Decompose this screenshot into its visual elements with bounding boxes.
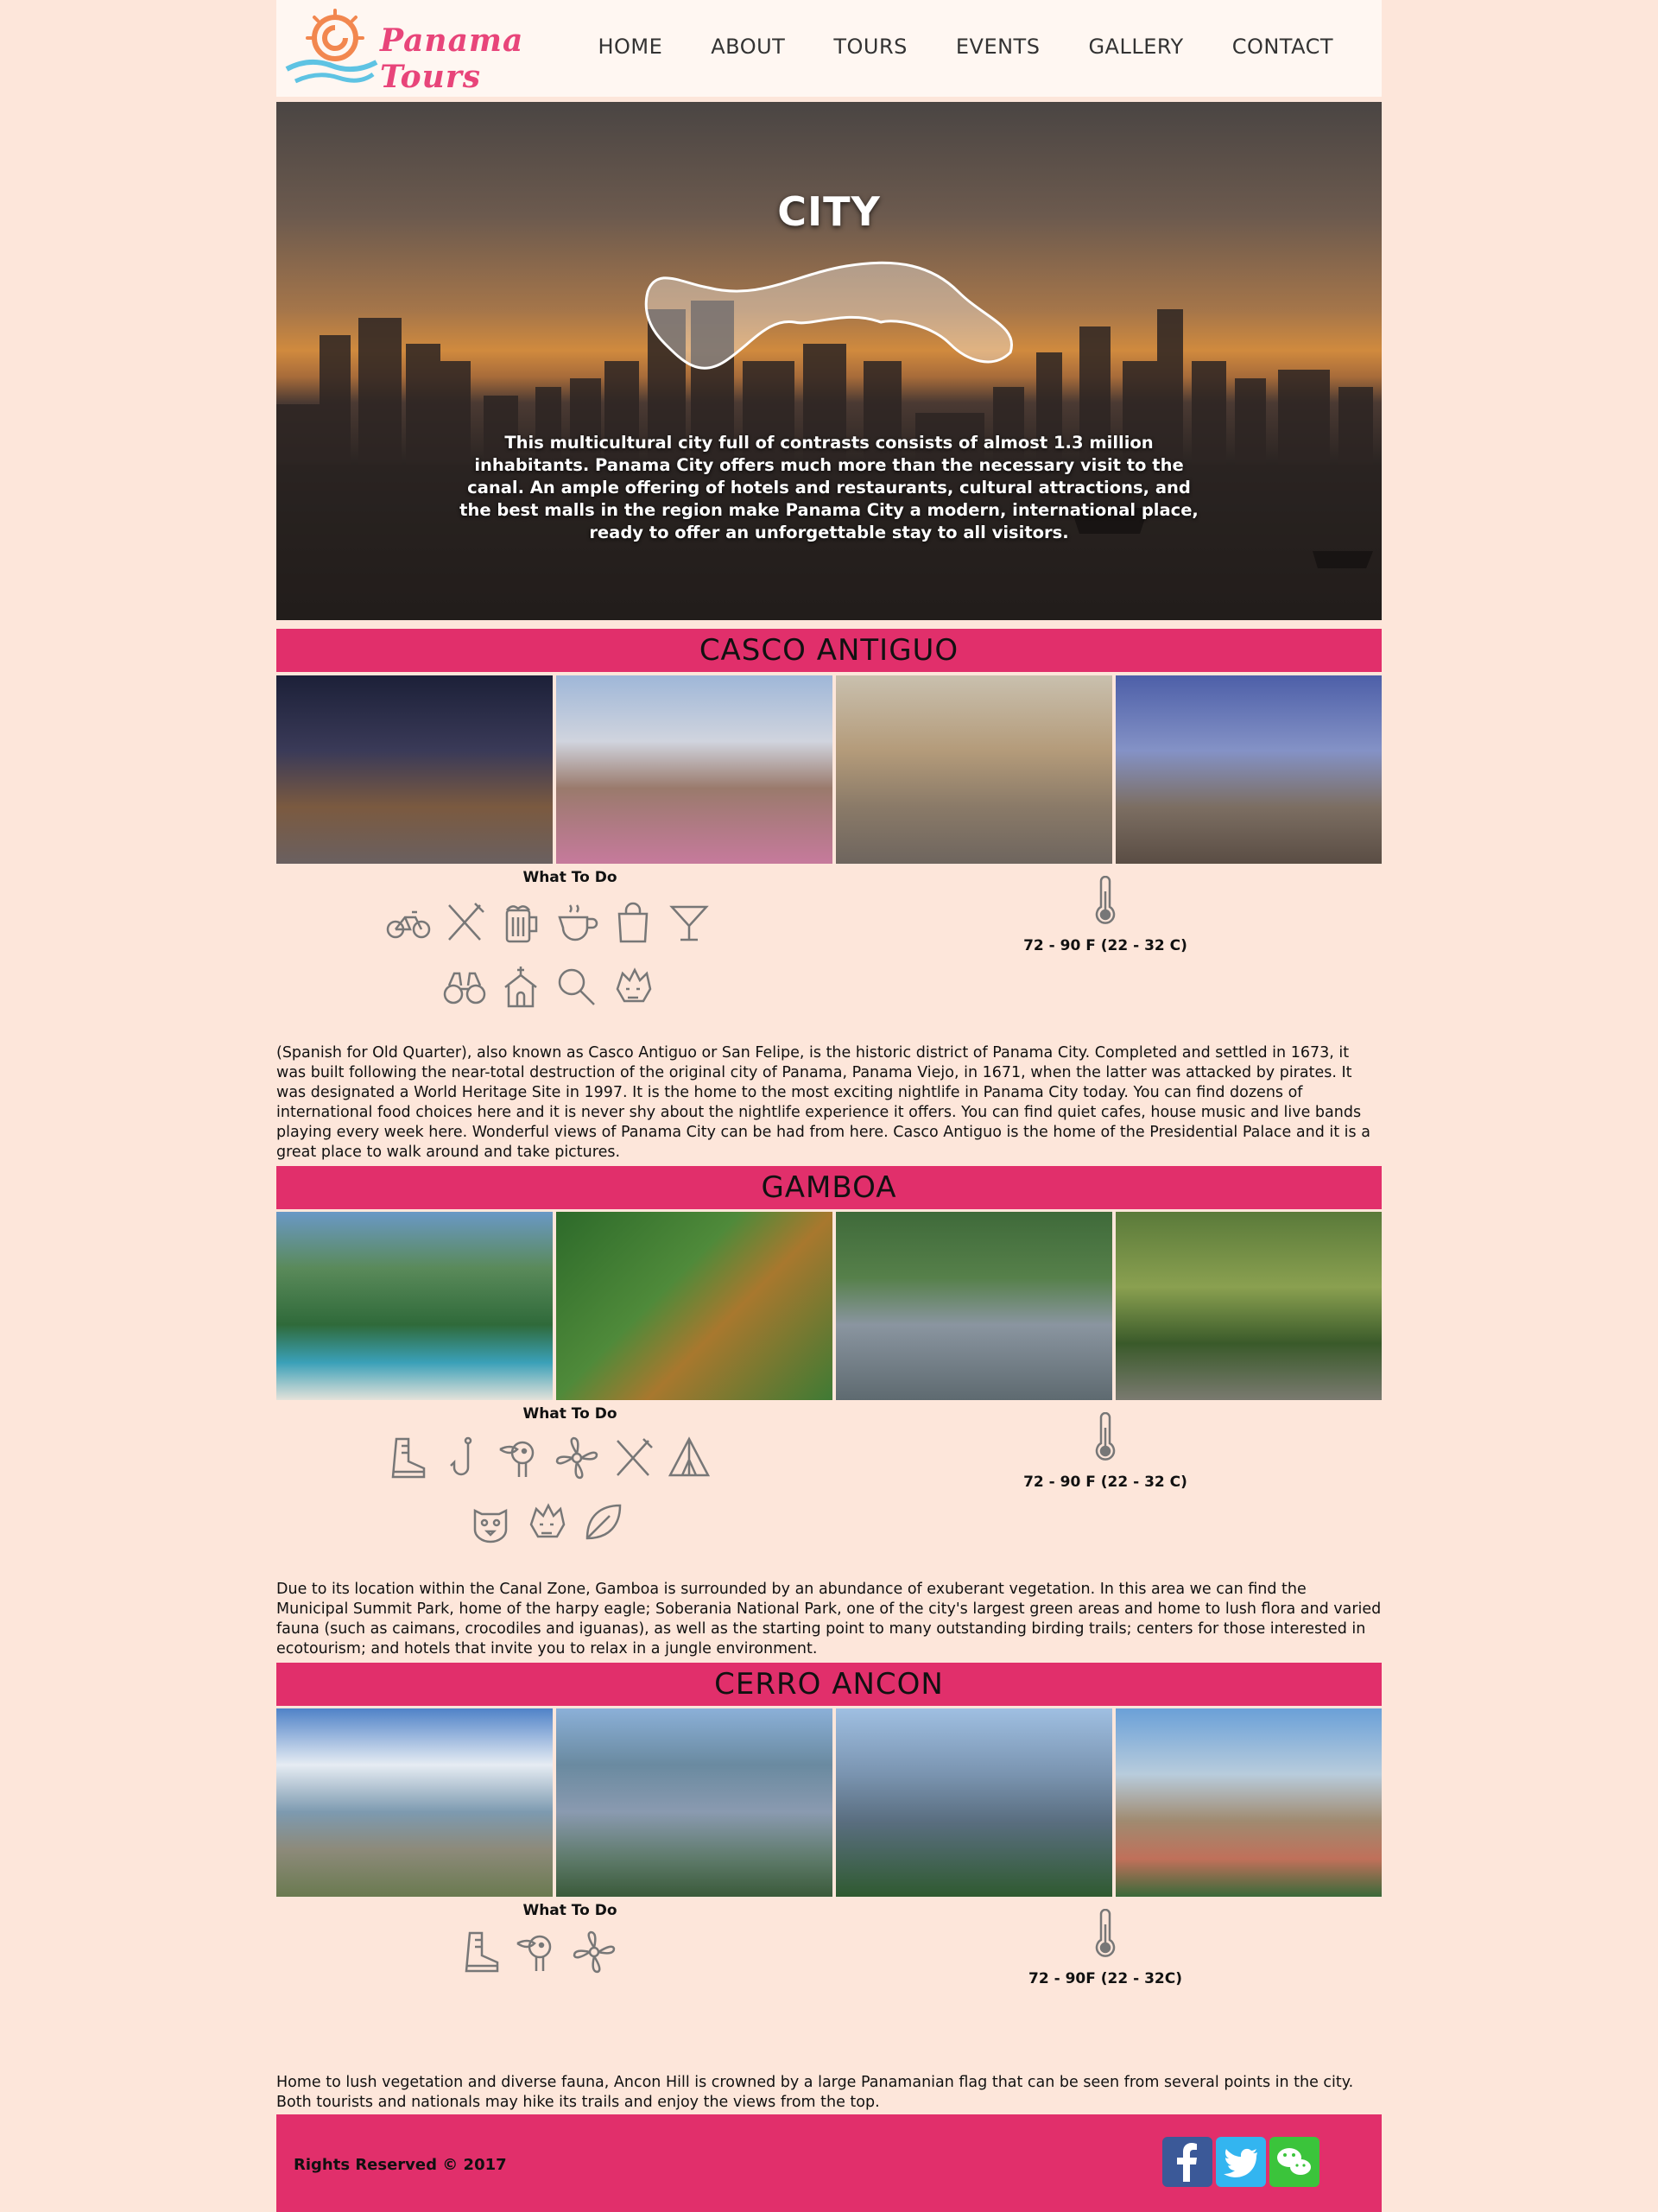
binoculars-icon xyxy=(443,972,486,1005)
activity-icons-cerro-ancon xyxy=(458,1928,630,1988)
site-footer: Rights Reserved © 2017 xyxy=(276,2114,1382,2212)
what-to-do-label: What To Do xyxy=(522,1405,617,1423)
photo-cathedral-towers[interactable] xyxy=(1116,675,1382,864)
hero-banner: CITY This multicultural city full of con… xyxy=(276,102,1382,620)
dragon-mask-icon xyxy=(616,967,652,1003)
hiking-boot-icon xyxy=(465,1931,499,1973)
hero-description: This multicultural city full of contrast… xyxy=(459,433,1199,542)
logo[interactable]: Panama Tours xyxy=(283,9,577,95)
nav-home[interactable]: HOME xyxy=(598,35,662,59)
temperature-range: 72 - 90 F (22 - 32 C) xyxy=(1023,1474,1187,1491)
fish-hook-icon xyxy=(450,1436,472,1476)
copyright-text: Rights Reserved © 2017 xyxy=(294,2156,507,2174)
section-description: Due to its location within the Canal Zon… xyxy=(276,1581,1382,1657)
leaf-icon xyxy=(585,1504,622,1540)
photo-cathedral-steps[interactable] xyxy=(836,675,1112,864)
logo-text: Panama Tours xyxy=(380,22,524,95)
fork-knife-icon xyxy=(617,1438,653,1476)
fork-knife-icon xyxy=(448,903,484,941)
section-title-cerro-ancon: CERRO ANCON xyxy=(276,1663,1382,1706)
twitter-icon[interactable] xyxy=(1216,2137,1266,2187)
temperature-range: 72 - 90 F (22 - 32 C) xyxy=(1023,937,1187,954)
section-title-casco-antiguo: CASCO ANTIGUO xyxy=(276,629,1382,672)
tent-icon xyxy=(668,1436,711,1477)
photo-resort[interactable] xyxy=(276,1212,553,1400)
what-to-do-label: What To Do xyxy=(522,1902,617,1919)
thermometer-icon xyxy=(1095,876,1116,924)
site-header: Panama Tours HOME ABOUT TOURS EVENTS GAL… xyxy=(276,0,1382,97)
section-description: (Spanish for Old Quarter), also known as… xyxy=(276,1044,1370,1161)
photo-city-clouds[interactable] xyxy=(276,1708,553,1897)
hero-title: CITY xyxy=(777,188,881,235)
sun-wave-logo-icon xyxy=(285,9,378,84)
dragon-mask-icon xyxy=(529,1503,566,1538)
what-to-do-label: What To Do xyxy=(522,869,617,886)
hiking-boot-icon xyxy=(391,1437,426,1479)
cocktail-glass-icon xyxy=(669,905,709,941)
section-description: Home to lush vegetation and diverse faun… xyxy=(276,2074,1354,2111)
photo-row-gamboa xyxy=(276,1212,1382,1400)
photo-row-casco-antiguo xyxy=(276,675,1382,864)
photo-bridge-river[interactable] xyxy=(836,1212,1112,1400)
coffee-cup-icon xyxy=(558,904,598,941)
beer-mug-icon xyxy=(505,905,538,943)
nav-gallery[interactable]: GALLERY xyxy=(1088,35,1183,59)
thermometer-icon xyxy=(1095,1909,1116,1957)
thermometer-icon xyxy=(1095,1412,1116,1461)
nav-tours[interactable]: TOURS xyxy=(833,35,908,59)
photo-butterfly[interactable] xyxy=(556,1212,832,1400)
nav-contact[interactable]: CONTACT xyxy=(1232,35,1333,59)
photo-bamboo-road[interactable] xyxy=(1116,1212,1382,1400)
main-nav: HOME ABOUT TOURS EVENTS GALLERY CONTACT xyxy=(549,35,1333,59)
temperature-range: 72 - 90F (22 - 32C) xyxy=(1028,1970,1182,1987)
photo-skyscrapers[interactable] xyxy=(836,1708,1112,1897)
facebook-icon[interactable] xyxy=(1162,2137,1212,2187)
bicycle-icon xyxy=(386,910,431,939)
church-icon xyxy=(504,967,537,1008)
photo-bridge-americas[interactable] xyxy=(556,1708,832,1897)
magnifier-icon xyxy=(558,968,595,1005)
photo-row-cerro-ancon xyxy=(276,1708,1382,1897)
nav-events[interactable]: EVENTS xyxy=(956,35,1041,59)
photo-street-night[interactable] xyxy=(276,675,553,864)
toucan-icon xyxy=(516,1935,552,1971)
section-title-gamboa: GAMBOA xyxy=(276,1166,1382,1209)
wechat-icon[interactable] xyxy=(1269,2137,1319,2187)
activity-icons-casco-antiguo xyxy=(380,898,709,1019)
orchid-flower-icon xyxy=(573,1930,616,1974)
photo-plaza[interactable] xyxy=(556,675,832,864)
nav-about[interactable]: ABOUT xyxy=(711,35,785,59)
shopping-bag-icon xyxy=(617,902,649,943)
toucan-icon xyxy=(499,1441,535,1477)
jaguar-icon xyxy=(473,1508,508,1543)
activity-icons-gamboa xyxy=(380,1434,711,1555)
photo-city-panorama[interactable] xyxy=(1116,1708,1382,1897)
orchid-flower-icon xyxy=(555,1436,598,1480)
